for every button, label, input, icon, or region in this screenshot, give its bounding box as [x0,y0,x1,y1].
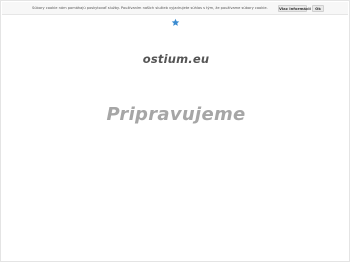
site-domain-title: ostium.eu [142,52,210,66]
cookie-consent-bar: Súbory cookie nám pomáhajú poskytovať sl… [2,2,348,15]
page: Súbory cookie nám pomáhajú poskytovať sl… [0,0,350,262]
coming-soon-text: Pripravujeme [106,104,246,125]
more-info-button[interactable]: Viac informácií [278,5,311,12]
ok-button[interactable]: Ok [312,5,324,12]
cookie-message: Súbory cookie nám pomáhajú poskytovať sl… [32,6,268,10]
star-icon [171,18,180,26]
